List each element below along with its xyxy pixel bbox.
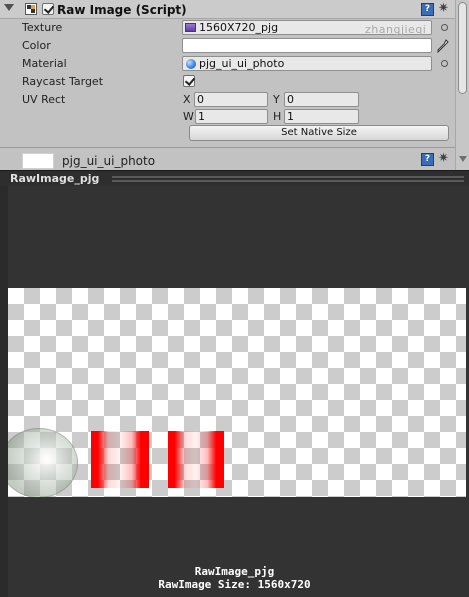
- preview-header[interactable]: RawImage_pjg: [0, 170, 469, 186]
- section-divider: [0, 147, 455, 148]
- uv-w-field[interactable]: 1: [195, 109, 268, 124]
- inspector-panel: Raw Image (Script) ? ✷ Texture 1560X720_…: [0, 0, 469, 170]
- color-field[interactable]: [182, 38, 432, 53]
- material-sphere-icon: [186, 59, 196, 69]
- preview-left-strip: [0, 186, 8, 597]
- preview-title: RawImage_pjg: [10, 172, 100, 185]
- raycast-target-checkbox[interactable]: [183, 75, 195, 87]
- component-title: Raw Image (Script): [57, 3, 187, 17]
- eyedropper-icon[interactable]: [437, 39, 449, 53]
- uv-w-label: W: [183, 110, 194, 123]
- material-section-name: pjg_ui_ui_photo: [62, 154, 156, 168]
- material-picker-icon[interactable]: [441, 60, 448, 67]
- inspector-scrollbar[interactable]: [455, 0, 469, 170]
- material-field[interactable]: pjg_ui_ui_photo: [182, 56, 432, 71]
- uv-x-label: X: [183, 93, 191, 106]
- scrollbar-thumb[interactable]: [458, 2, 467, 94]
- raw-image-preview: [8, 288, 466, 497]
- preview-caption-size: RawImage Size: 1560x720: [158, 578, 311, 591]
- drag-handle-icon[interactable]: [112, 176, 464, 182]
- preview-caption-name: RawImage_pjg: [194, 565, 275, 578]
- uv-y-label: Y: [273, 93, 280, 106]
- component-header[interactable]: Raw Image (Script) ? ✷: [0, 0, 455, 19]
- red-gradient-block: [91, 431, 149, 488]
- watermark-text: zhangjieqi: [365, 23, 427, 36]
- uv-x-field[interactable]: 0: [194, 92, 268, 107]
- uvrect-label: UV Rect: [22, 93, 66, 106]
- material-gear-icon[interactable]: ✷: [438, 151, 449, 167]
- uv-h-label: H: [273, 110, 282, 123]
- uv-y-field[interactable]: 0: [284, 92, 359, 107]
- gear-icon[interactable]: ✷: [438, 1, 449, 17]
- component-enabled-checkbox[interactable]: [42, 3, 54, 15]
- scroll-down-arrow-icon[interactable]: [459, 156, 467, 162]
- material-section-header[interactable]: pjg_ui_ui_photo ? ✷: [0, 151, 455, 170]
- color-label: Color: [22, 39, 51, 52]
- material-preview-swatch: [22, 153, 54, 169]
- texture-value: 1560X720_pjg: [199, 21, 279, 34]
- material-help-icon[interactable]: ?: [421, 153, 434, 166]
- uv-h-field[interactable]: 1: [284, 109, 359, 124]
- material-label: Material: [22, 57, 67, 70]
- help-icon[interactable]: ?: [421, 3, 434, 16]
- material-value: pjg_ui_ui_photo: [199, 57, 285, 70]
- red-gradient-block: [168, 431, 224, 488]
- texture-thumbnail-icon: [185, 23, 196, 32]
- texture-label: Texture: [22, 21, 63, 34]
- foldout-arrow-icon[interactable]: [4, 4, 14, 11]
- set-native-size-button[interactable]: Set Native Size: [189, 125, 449, 141]
- texture-picker-icon[interactable]: [441, 24, 448, 31]
- raycast-label: Raycast Target: [22, 75, 104, 88]
- glass-sphere-graphic: [8, 428, 78, 497]
- raw-image-component-icon: [25, 3, 37, 15]
